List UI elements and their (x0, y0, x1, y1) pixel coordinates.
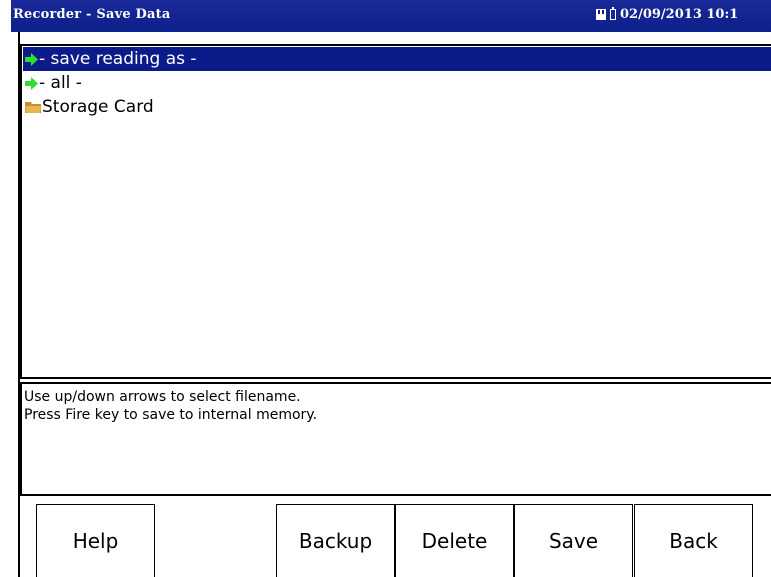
recorder-screen: Recorder - Save Data 02/09/2013 10:1⁠ - … (0, 0, 771, 577)
status-area: 02/09/2013 10:1⁠ (596, 7, 738, 22)
battery-icon (610, 7, 616, 20)
help-text-area: Use up/down arrows to select filename. P… (20, 382, 771, 496)
green-arrow-icon (25, 76, 38, 90)
file-list[interactable]: - save reading as - - all - Storage Card (20, 44, 771, 379)
list-item[interactable]: - save reading as - (23, 47, 771, 71)
help-button[interactable]: Help (36, 504, 155, 577)
help-line: Press Fire key to save to internal memor… (24, 407, 318, 423)
backup-button[interactable]: Backup (276, 504, 395, 577)
list-item-label: - all - (39, 73, 82, 93)
list-item[interactable]: - all - (23, 71, 771, 95)
list-item-label: - save reading as - (39, 49, 197, 69)
back-button[interactable]: Back (634, 504, 753, 577)
sd-card-icon (596, 9, 606, 20)
softkey-bar: Help Backup Delete Save Back (0, 504, 771, 577)
save-button[interactable]: Save (514, 504, 633, 577)
list-item[interactable]: Storage Card (23, 95, 771, 119)
folder-icon (25, 102, 41, 113)
datetime: 02/09/2013 10:1⁠ (620, 7, 739, 22)
delete-button[interactable]: Delete (395, 504, 514, 577)
title-bar: Recorder - Save Data 02/09/2013 10:1⁠ (11, 0, 771, 32)
window-title: Recorder - Save Data (13, 7, 171, 22)
help-line: Use up/down arrows to select filename. (24, 389, 301, 405)
list-item-label: Storage Card (42, 97, 154, 117)
green-arrow-icon (25, 52, 38, 66)
